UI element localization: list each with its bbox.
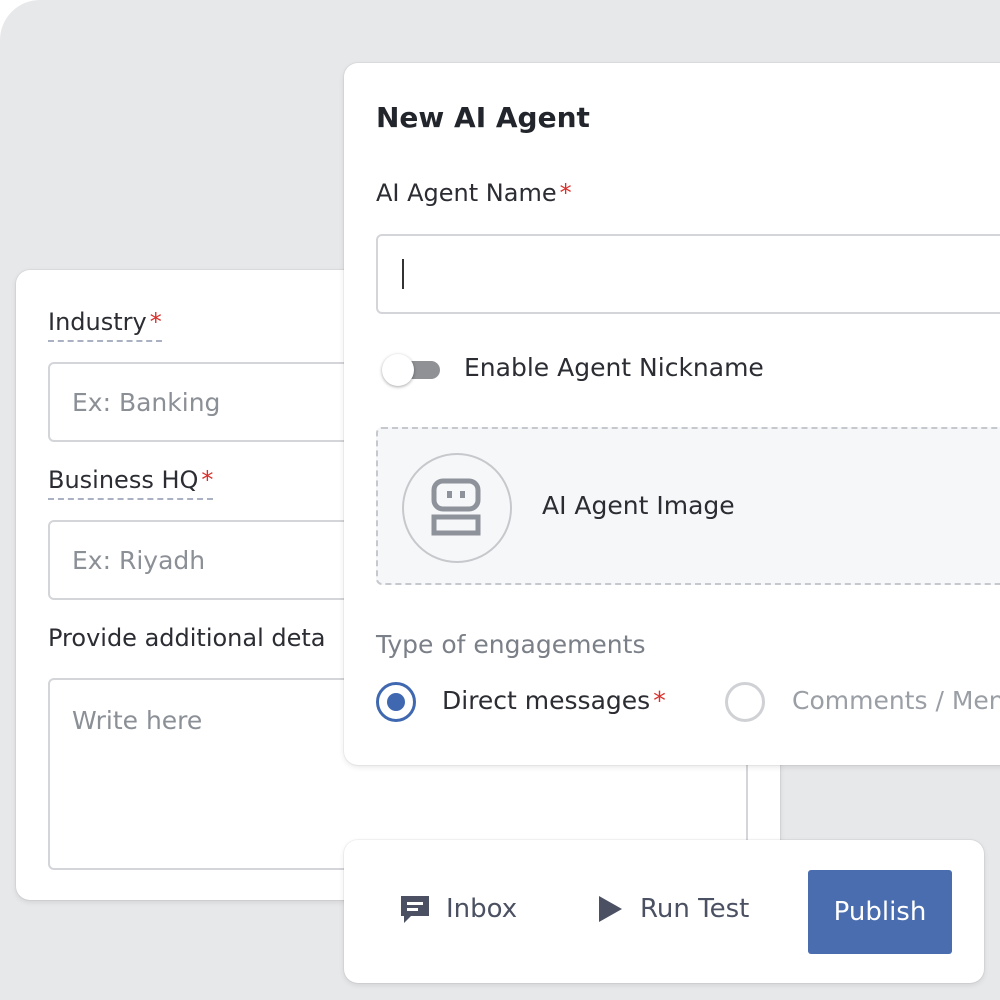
direct-messages-label: Direct messages * bbox=[442, 686, 666, 715]
required-asterisk: * bbox=[149, 308, 162, 336]
avatar bbox=[402, 453, 512, 563]
radio-direct-messages[interactable] bbox=[376, 682, 416, 722]
agent-name-input[interactable] bbox=[376, 234, 1000, 314]
agent-image-label: AI Agent Image bbox=[542, 491, 735, 520]
business-hq-placeholder: Ex: Riyadh bbox=[72, 545, 206, 575]
agent-image-upload[interactable]: AI Agent Image bbox=[376, 427, 1000, 585]
required-asterisk: * bbox=[201, 466, 214, 494]
play-icon bbox=[599, 896, 622, 922]
chat-bubble-icon bbox=[401, 896, 429, 923]
run-test-label: Run Test bbox=[640, 894, 750, 924]
robot-icon bbox=[431, 478, 481, 536]
publish-button[interactable]: Publish bbox=[808, 870, 952, 954]
app-background: Industry * Ex: Banking Business HQ * Ex: R… bbox=[0, 0, 1000, 1000]
radio-comments-mentions[interactable] bbox=[725, 682, 765, 722]
new-ai-agent-card: New AI Agent AI Agent Name * Enable Agent… bbox=[344, 63, 1000, 765]
agent-name-label: AI Agent Name * bbox=[376, 179, 572, 207]
inbox-label: Inbox bbox=[446, 894, 518, 924]
text-cursor bbox=[402, 259, 404, 289]
required-asterisk: * bbox=[653, 686, 666, 715]
additional-details-label: Provide additional deta bbox=[48, 624, 326, 652]
industry-label: Industry * bbox=[48, 308, 162, 342]
comments-mentions-label: Comments / Men bbox=[792, 686, 1000, 715]
toggle-knob bbox=[382, 354, 414, 386]
business-hq-label: Business HQ * bbox=[48, 466, 214, 500]
nickname-toggle[interactable] bbox=[382, 354, 442, 386]
nickname-toggle-label: Enable Agent Nickname bbox=[464, 353, 764, 382]
additional-details-placeholder: Write here bbox=[72, 706, 203, 735]
required-asterisk: * bbox=[559, 179, 572, 207]
industry-placeholder: Ex: Banking bbox=[72, 387, 221, 417]
action-bar: Inbox Run Test Publish bbox=[344, 840, 984, 983]
engagement-type-label: Type of engagements bbox=[376, 630, 646, 659]
run-test-button[interactable]: Run Test bbox=[596, 892, 749, 926]
inbox-button[interactable]: Inbox bbox=[398, 892, 517, 926]
page-title: New AI Agent bbox=[376, 101, 590, 134]
